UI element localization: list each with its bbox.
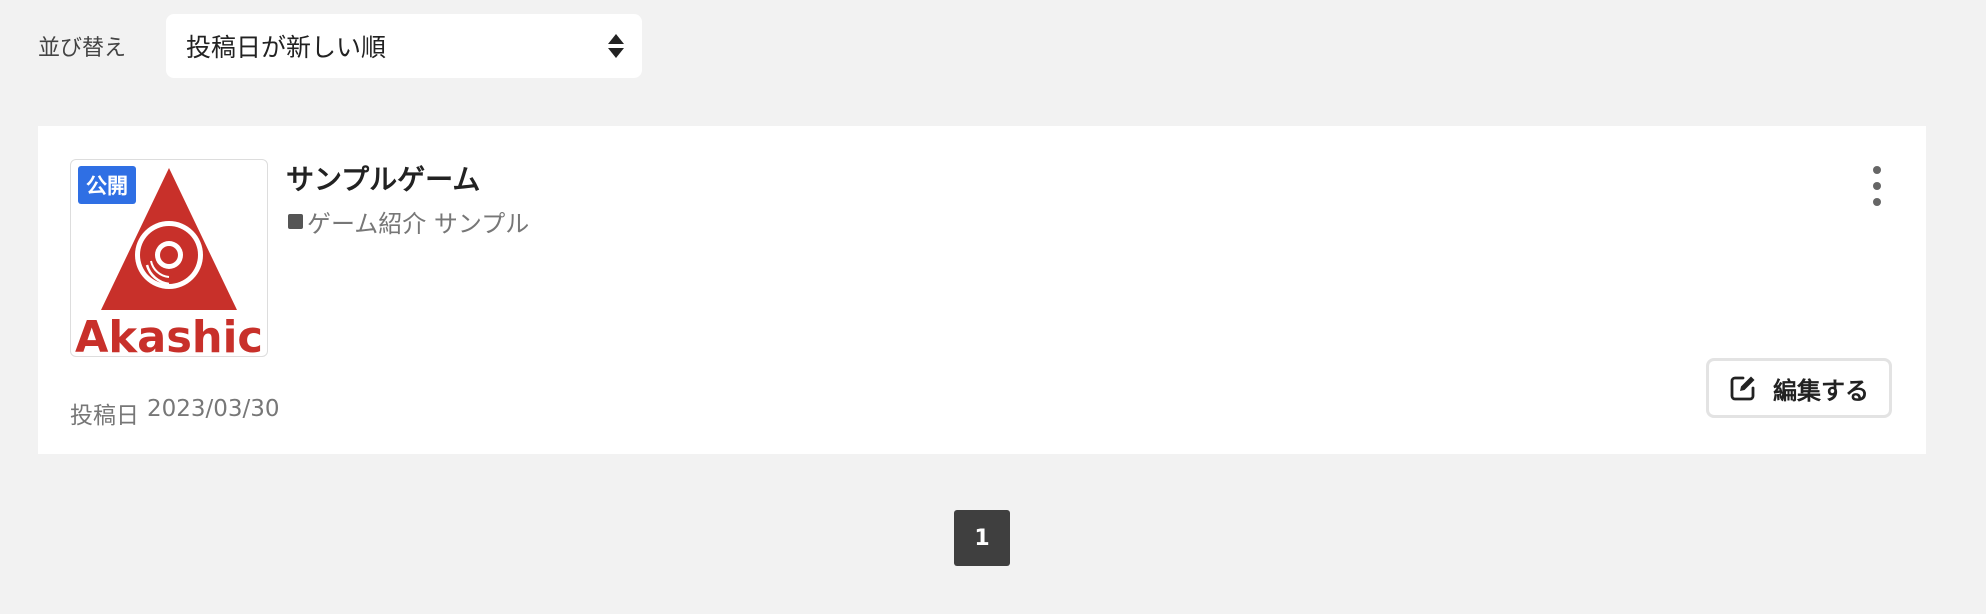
post-title[interactable]: サンプルゲーム <box>286 158 480 198</box>
select-arrows-icon <box>608 32 624 60</box>
edit-icon <box>1730 376 1755 401</box>
post-date-value: 2023/03/30 <box>147 396 280 422</box>
pagination-page-1[interactable]: 1 <box>954 510 1010 566</box>
sort-select[interactable]: 投稿日が新しい順 <box>166 14 642 78</box>
more-options-button[interactable] <box>1870 166 1884 206</box>
post-tags: ゲーム紹介 サンプル <box>288 204 529 239</box>
post-date: 投稿日 2023/03/30 <box>70 396 280 430</box>
edit-button-label: 編集する <box>1773 376 1869 405</box>
tag-icon <box>288 214 303 229</box>
vertical-ellipsis-icon <box>1873 166 1881 174</box>
sort-label: 並び替え <box>38 36 127 61</box>
post-tags-text: ゲーム紹介 サンプル <box>307 210 530 238</box>
post-thumbnail[interactable]: Akashic 公開 <box>70 159 268 357</box>
edit-button[interactable]: 編集する <box>1706 358 1892 418</box>
status-badge: 公開 <box>78 166 136 204</box>
sort-select-value: 投稿日が新しい順 <box>186 33 387 62</box>
svg-text:Akashic: Akashic <box>75 312 263 356</box>
post-card: Akashic 公開 サンプルゲーム ゲーム紹介 サンプル 投稿日 2023/0… <box>38 126 1926 454</box>
sort-row: 並び替え 投稿日が新しい順 <box>38 14 642 78</box>
post-date-label: 投稿日 <box>70 403 139 429</box>
